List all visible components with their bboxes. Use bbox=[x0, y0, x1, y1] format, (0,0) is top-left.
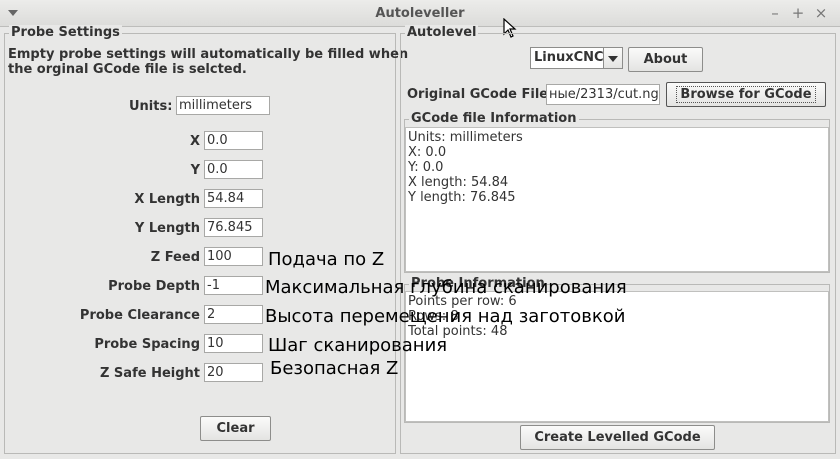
gcode-info-text: Units: millimeters X: 0.0 Y: 0.0 X lengt… bbox=[405, 127, 829, 272]
gcode-info-line: X: 0.0 bbox=[408, 145, 447, 160]
probe-clearance-input[interactable]: 2 bbox=[204, 305, 263, 324]
z-safe-height-input[interactable]: 20 bbox=[204, 363, 263, 382]
x-input[interactable]: 0.0 bbox=[204, 131, 263, 150]
title-bar: Autoleveller – + × bbox=[0, 0, 840, 27]
annotation-z-feed: Подача по Z bbox=[268, 249, 385, 270]
close-icon[interactable]: × bbox=[812, 4, 830, 22]
y-label: Y bbox=[190, 163, 200, 178]
probe-spacing-label: Probe Spacing bbox=[94, 337, 200, 352]
probe-settings-note-line2: the orginal GCode file is selcted. bbox=[8, 62, 247, 77]
gcode-file-input[interactable]: ные/2313/cut.ngc bbox=[546, 84, 660, 105]
probe-spacing-input[interactable]: 10 bbox=[204, 334, 263, 353]
units-label: Units: bbox=[129, 99, 173, 114]
x-length-input[interactable]: 54.84 bbox=[204, 189, 263, 208]
window-title: Autoleveller bbox=[375, 6, 465, 21]
probe-depth-input[interactable]: -1 bbox=[204, 276, 263, 295]
z-feed-label: Z Feed bbox=[150, 250, 200, 265]
clear-button[interactable]: Clear bbox=[200, 416, 271, 441]
probe-settings-note-line1: Empty probe settings will automatically … bbox=[8, 47, 409, 62]
annotation-probe-clearance: Высота перемещения над заготовкой bbox=[265, 306, 626, 327]
gcode-info-line: X length: 54.84 bbox=[408, 175, 509, 190]
gcode-info-legend: GCode file Information bbox=[409, 111, 579, 126]
annotation-z-safe-height: Безопасная Z bbox=[270, 358, 399, 379]
units-field[interactable]: millimeters bbox=[176, 96, 270, 115]
y-length-label: Y Length bbox=[134, 221, 200, 236]
x-length-label: X Length bbox=[134, 192, 200, 207]
z-safe-height-label: Z Safe Height bbox=[99, 366, 200, 381]
y-length-input[interactable]: 76.845 bbox=[204, 218, 263, 237]
browse-gcode-button[interactable]: Browse for GCode bbox=[666, 82, 826, 107]
minimize-icon[interactable]: – bbox=[766, 4, 784, 22]
about-button[interactable]: About bbox=[628, 47, 703, 72]
controller-select-value: LinuxCNC bbox=[534, 50, 604, 65]
autolevel-legend: Autolevel bbox=[405, 25, 479, 40]
annotation-probe-depth: Максимальная глубина сканирования bbox=[265, 277, 627, 298]
maximize-icon[interactable]: + bbox=[789, 4, 807, 22]
browse-gcode-label: Browse for GCode bbox=[676, 86, 816, 103]
annotation-probe-spacing: Шаг сканирования bbox=[268, 335, 448, 356]
probe-settings-legend: Probe Settings bbox=[9, 25, 122, 40]
z-feed-input[interactable]: 100 bbox=[204, 247, 263, 266]
probe-depth-label: Probe Depth bbox=[108, 279, 200, 294]
gcode-info-line: Units: millimeters bbox=[408, 130, 523, 145]
create-levelled-gcode-button[interactable]: Create Levelled GCode bbox=[520, 425, 715, 450]
gcode-info-line: Y: 0.0 bbox=[408, 160, 444, 175]
chevron-down-icon[interactable] bbox=[603, 48, 622, 68]
x-label: X bbox=[189, 134, 200, 149]
gcode-file-label: Original GCode File bbox=[407, 87, 549, 102]
y-input[interactable]: 0.0 bbox=[204, 160, 263, 179]
controller-select[interactable]: LinuxCNC bbox=[530, 47, 623, 69]
gcode-info-line: Y length: 76.845 bbox=[408, 190, 516, 205]
probe-clearance-label: Probe Clearance bbox=[79, 308, 200, 323]
